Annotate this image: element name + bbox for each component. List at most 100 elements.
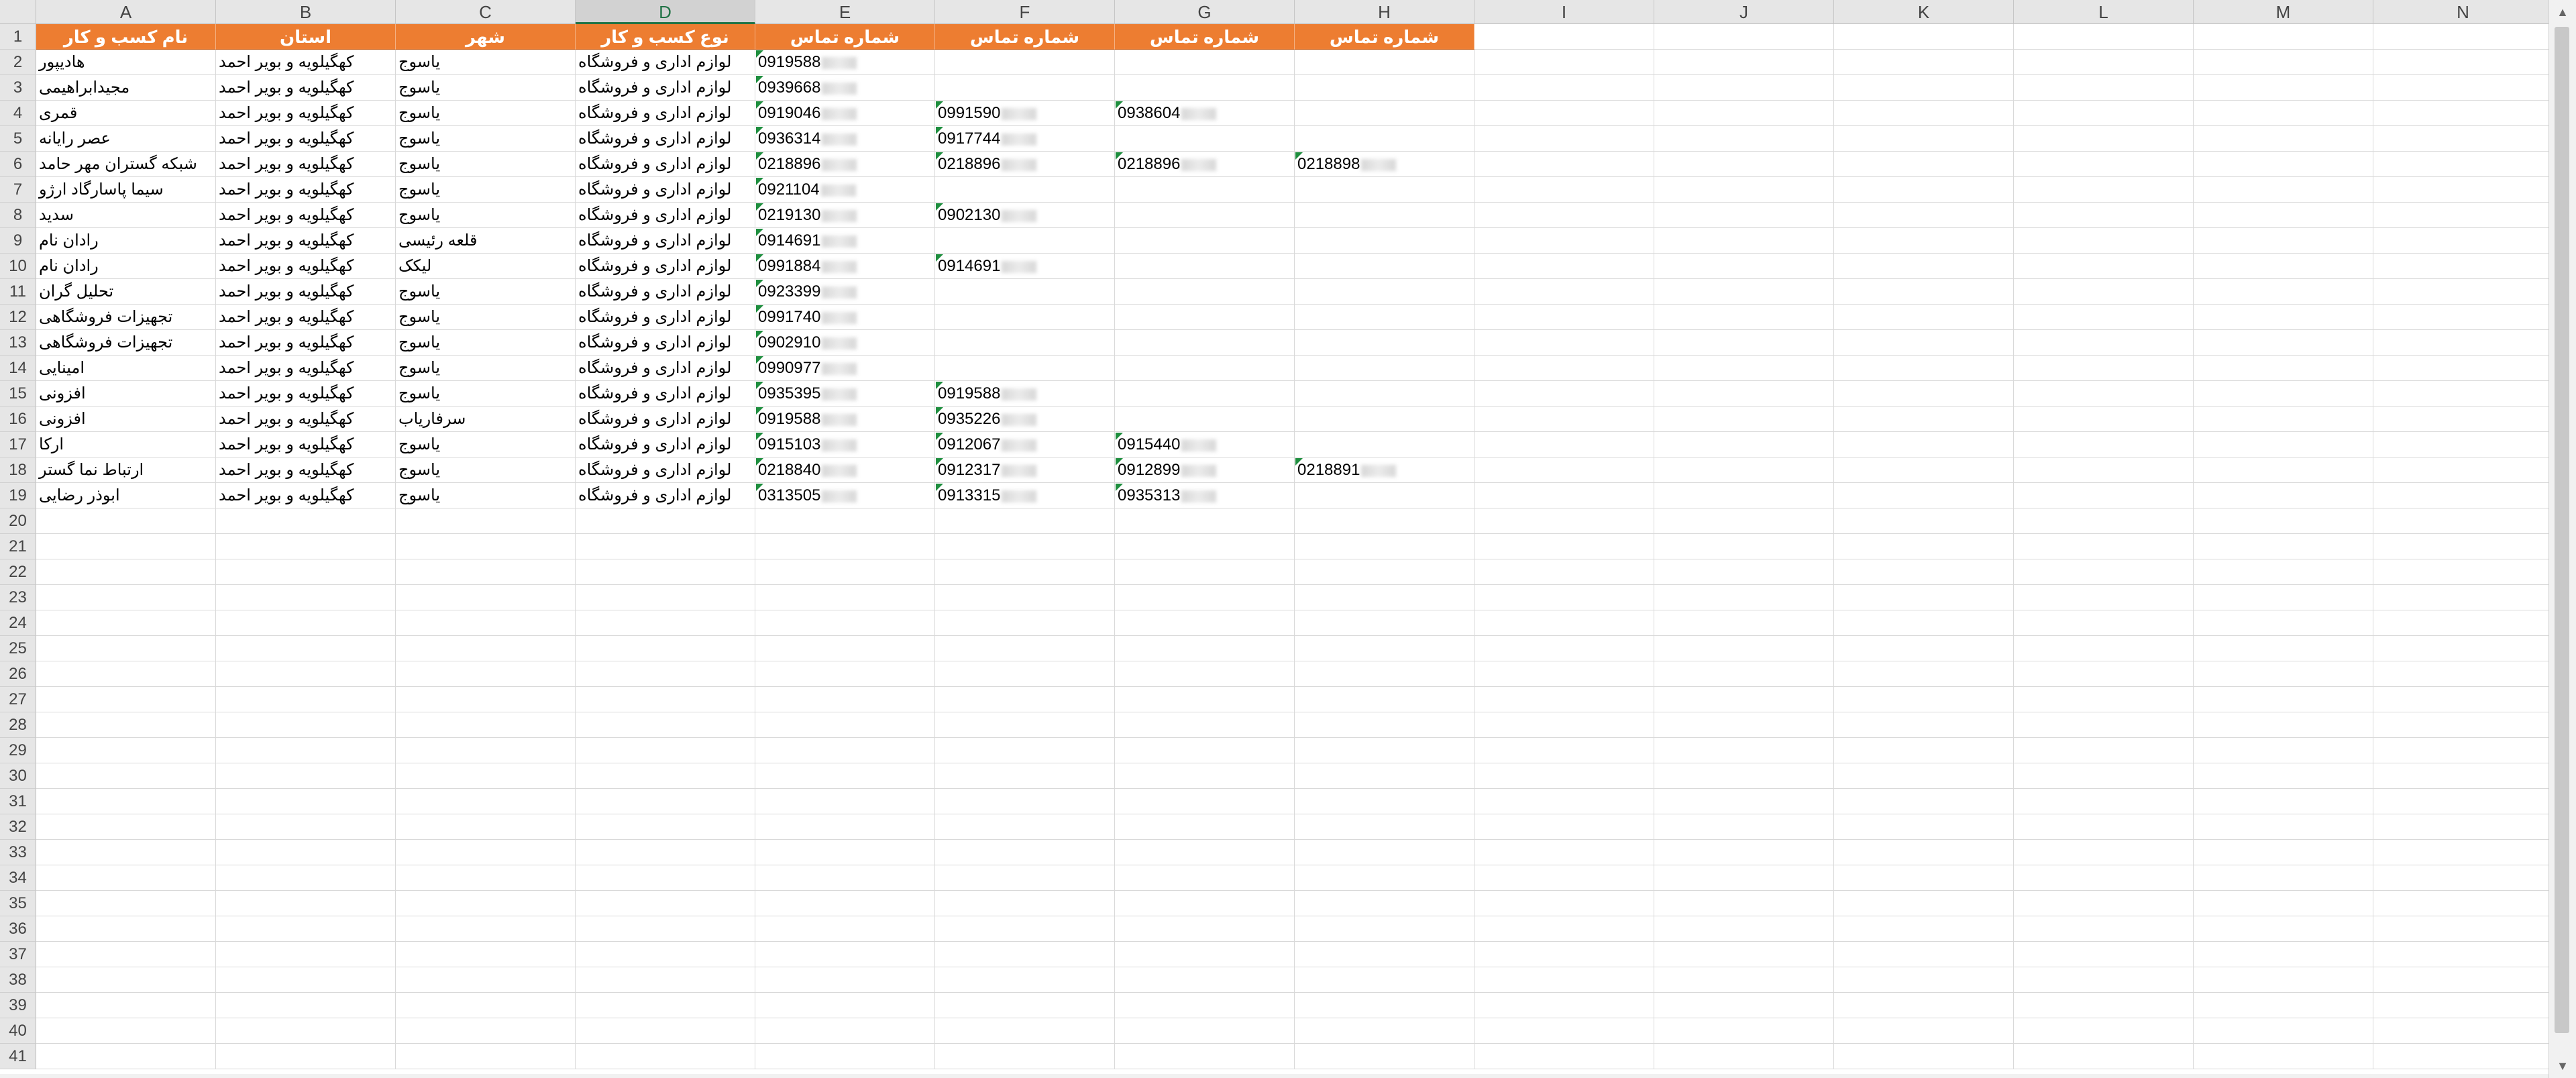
cell[interactable] [1115,407,1295,432]
cell[interactable] [2194,407,2373,432]
cell[interactable] [1834,712,2014,738]
table-cell[interactable]: یاسوج [396,101,576,126]
row-header-35[interactable]: 35 [0,891,36,916]
phone-cell[interactable]: 0915440 [1115,432,1295,457]
cell[interactable] [1115,865,1295,891]
cell[interactable] [1115,610,1295,636]
cell[interactable] [2373,101,2549,126]
error-indicator-icon[interactable] [936,484,943,491]
cell[interactable] [935,177,1115,203]
scrollbar-thumb[interactable] [2555,27,2569,1033]
cell[interactable] [1834,942,2014,967]
cell[interactable] [1654,330,1834,356]
cell[interactable] [1295,993,1474,1018]
table-cell[interactable]: کهگیلویه و بویر احمد [216,330,396,356]
phone-cell[interactable]: 0912317 [935,457,1115,483]
phone-cell[interactable]: 0218896 [755,152,935,177]
cell[interactable] [2014,50,2194,75]
column-header-b[interactable]: B [216,0,396,24]
cell[interactable] [2014,1044,2194,1069]
error-indicator-icon[interactable] [936,433,943,440]
cell[interactable] [1834,508,2014,534]
cell[interactable] [1115,50,1295,75]
cell[interactable] [1834,24,2014,50]
error-indicator-icon[interactable] [756,50,763,58]
column-header-e[interactable]: E [755,0,935,24]
row-header-33[interactable]: 33 [0,840,36,865]
cell[interactable] [576,1018,755,1044]
cell[interactable] [2373,585,2549,610]
cell[interactable] [1295,356,1474,381]
table-cell[interactable]: شبکه گستران مهر حامد [36,152,216,177]
cell[interactable] [36,585,216,610]
cell[interactable] [755,763,935,789]
cell[interactable] [216,916,396,942]
cell[interactable] [755,942,935,967]
cell[interactable] [216,789,396,814]
error-indicator-icon[interactable] [756,356,763,364]
row-header-20[interactable]: 20 [0,508,36,534]
cell[interactable] [2373,789,2549,814]
cell[interactable] [2194,967,2373,993]
row-header-10[interactable]: 10 [0,254,36,279]
cell[interactable] [935,738,1115,763]
cell[interactable] [1654,534,1834,559]
cell[interactable] [1115,763,1295,789]
cell[interactable] [2373,610,2549,636]
cell[interactable] [2373,254,2549,279]
cell[interactable] [1654,610,1834,636]
cell[interactable] [2194,1044,2373,1069]
table-cell[interactable]: لوازم اداری و فروشگاه [576,152,755,177]
table-cell[interactable]: سیما پاسارگاد ارژو [36,177,216,203]
error-indicator-icon[interactable] [936,254,943,262]
cell[interactable] [1295,738,1474,763]
error-indicator-icon[interactable] [756,152,763,160]
cell[interactable] [1834,559,2014,585]
cell[interactable] [2373,840,2549,865]
cell[interactable] [1654,814,1834,840]
cell[interactable] [1295,508,1474,534]
cell[interactable] [1834,891,2014,916]
row-header-9[interactable]: 9 [0,228,36,254]
cell[interactable] [755,585,935,610]
cell[interactable] [1474,126,1654,152]
phone-cell[interactable]: 0313505 [755,483,935,508]
cell[interactable] [2373,126,2549,152]
cell[interactable] [2014,279,2194,305]
cell[interactable] [1474,432,1654,457]
row-header-6[interactable]: 6 [0,152,36,177]
cell[interactable] [755,636,935,661]
cell[interactable] [1295,636,1474,661]
cell[interactable] [2014,712,2194,738]
scroll-up-icon[interactable]: ▲ [2549,0,2576,24]
cell[interactable] [216,534,396,559]
cell[interactable] [1654,483,1834,508]
cell[interactable] [935,330,1115,356]
cell[interactable] [1834,534,2014,559]
cell[interactable] [1654,50,1834,75]
cell[interactable] [1295,330,1474,356]
cell[interactable] [1295,228,1474,254]
cell[interactable] [1115,330,1295,356]
table-cell[interactable]: کهگیلویه و بویر احمد [216,228,396,254]
cell[interactable] [2014,305,2194,330]
table-cell[interactable]: لوازم اداری و فروشگاه [576,305,755,330]
cell[interactable] [216,559,396,585]
cell[interactable] [2014,75,2194,101]
table-cell[interactable]: لوازم اداری و فروشگاه [576,177,755,203]
cell[interactable] [396,610,576,636]
cell[interactable] [576,763,755,789]
row-header-7[interactable]: 7 [0,177,36,203]
phone-cell[interactable]: 0914691 [755,228,935,254]
cell[interactable] [2373,1018,2549,1044]
select-all-corner[interactable] [0,0,36,24]
table-cell[interactable]: امینایی [36,356,216,381]
cell[interactable] [1654,993,1834,1018]
cell[interactable] [2194,126,2373,152]
cell[interactable] [1654,457,1834,483]
table-cell[interactable]: کهگیلویه و بویر احمد [216,152,396,177]
cell[interactable] [935,1018,1115,1044]
cell[interactable] [36,967,216,993]
cell[interactable] [1654,508,1834,534]
cell[interactable] [576,916,755,942]
